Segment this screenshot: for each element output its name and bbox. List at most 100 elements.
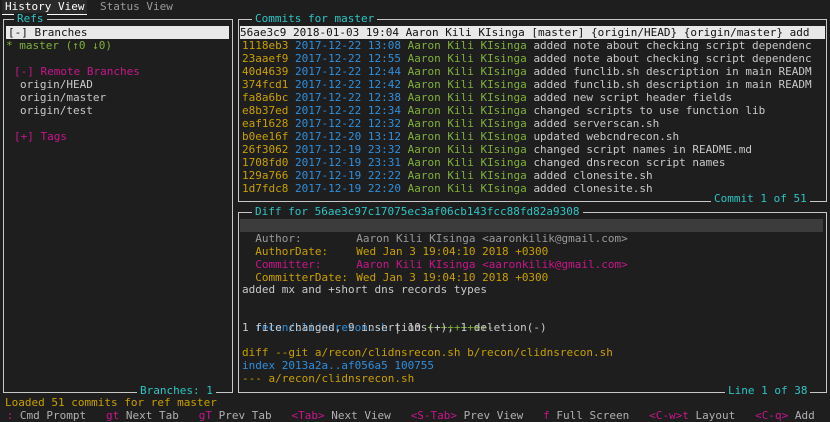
remote-branches-header[interactable]: [-] Remote Branches: [14, 65, 140, 78]
keybinding-item: <C-w>t Layout: [649, 409, 735, 422]
keybinding-desc: Next View: [331, 409, 391, 422]
keybinding-item: f Full Screen: [543, 409, 629, 422]
commit-hash: eaf1628: [242, 117, 289, 130]
local-branch-master[interactable]: * master (↑0 ↓0): [6, 39, 112, 52]
commit-time: 12:32: [367, 117, 401, 130]
keybinding-key: f: [543, 409, 550, 422]
commit-author: Aaron Kili KIsinga: [407, 78, 527, 91]
commit-author: Aaron Kili KIsinga: [407, 169, 527, 182]
diff-committer-line: Committer: Aaron Kili KIsinga <aaronkilik…: [242, 245, 628, 271]
refs-panel-title: Refs: [14, 13, 47, 25]
commit-message: added clonesite.sh: [533, 169, 653, 182]
commit-hash: 129a766: [242, 169, 289, 182]
commit-hash: e8b37ed: [242, 104, 289, 117]
keybinding-desc: Add: [794, 409, 815, 422]
commit-row[interactable]: 374fcd1 2017-12-22 12:42 Aaron Kili KIsi…: [242, 78, 823, 91]
commit-message: added funclib.sh description in main REA…: [533, 65, 812, 78]
commit-row[interactable]: 129a766 2017-12-19 22:22 Aaron Kili KIsi…: [242, 169, 823, 182]
commit-hash: fa8a6bc: [242, 91, 289, 104]
commit-author: Aaron Kili KIsinga: [407, 156, 527, 169]
commit-author: Aaron Kili KIsinga: [407, 39, 527, 52]
commit-row-selected[interactable]: 56ae3c9 2018-01-03 19:04 Aaron Kili KIsi…: [240, 26, 825, 39]
keybinding-key: :: [6, 409, 14, 422]
commit-author: Aaron Kili KIsinga: [407, 52, 527, 65]
commit-date: 2017-12-22: [294, 52, 362, 65]
commit-hash: 1d7fdc8: [242, 182, 289, 195]
commit-message: changed script names in README.md: [533, 143, 752, 156]
commit-date: 2017-12-20: [294, 130, 362, 143]
commit-author: Aaron Kili KIsinga: [407, 130, 527, 143]
commit-time: 23:32: [367, 143, 401, 156]
commit-date: 2017-12-19: [294, 182, 362, 195]
remote-branch-item[interactable]: origin/HEAD: [20, 78, 93, 91]
commit-author: Aaron Kili KIsinga: [407, 91, 527, 104]
keybinding-desc: Full Screen: [556, 409, 630, 422]
commit-date: 2017-12-19: [294, 143, 362, 156]
keybinding-key: gt: [105, 409, 120, 422]
commit-time: 13:08: [367, 39, 401, 52]
commit-hash: 23aaef9: [242, 52, 289, 65]
diff-commitdate-line: CommitterDate: Wed Jan 3 19:04:10 2018 +0…: [242, 258, 548, 284]
commits-panel-footer: Commit 1 of 51: [711, 193, 810, 205]
commit-time: 12:55: [367, 52, 401, 65]
commit-date: 2017-12-22: [294, 91, 362, 104]
keybinding-desc: Cmd Prompt: [19, 409, 87, 422]
keybinding-item: <S-Tab> Prev View: [411, 409, 524, 422]
commit-message: added funclib.sh description in main REA…: [533, 78, 812, 91]
diff-author-line: Author: Aaron Kili KIsinga <aaronkilik@gm…: [240, 219, 823, 245]
commit-time: 23:31: [367, 156, 401, 169]
commit-hash: 374fcd1: [242, 78, 289, 91]
commit-message: changed dnsrecon script names: [533, 156, 726, 169]
commit-row[interactable]: b0ee16f 2017-12-20 13:12 Aaron Kili KIsi…: [242, 130, 823, 143]
commit-date: 2017-12-19: [294, 169, 362, 182]
commit-row[interactable]: 1118eb3 2017-12-22 13:08 Aaron Kili KIsi…: [242, 39, 823, 52]
commit-date: 2017-12-19: [294, 156, 362, 169]
diff-authordate-line: AuthorDate: Wed Jan 3 19:04:10 2018 +0300: [242, 232, 548, 258]
tab-bar: History View Status View: [0, 0, 830, 15]
commit-date: 2017-12-22: [294, 78, 362, 91]
branches-header[interactable]: [-] Branches: [6, 26, 229, 39]
keybinding-key: <S-Tab>: [410, 409, 458, 422]
status-message: Loaded 51 commits for ref master: [5, 396, 217, 409]
diff-minus-line: --- a/recon/clidnsrecon.sh: [242, 372, 415, 385]
commit-hash: 1118eb3: [242, 39, 289, 52]
commit-time: 22:22: [367, 169, 401, 182]
commit-row[interactable]: 23aaef9 2017-12-22 12:55 Aaron Kili KIsi…: [242, 52, 823, 65]
remote-branch-item[interactable]: origin/master: [20, 91, 106, 104]
keybinding-desc: Layout: [695, 409, 736, 422]
commit-row[interactable]: eaf1628 2017-12-22 12:32 Aaron Kili KIsi…: [242, 117, 823, 130]
commit-author: Aaron Kili KIsinga: [407, 65, 527, 78]
remote-branch-item[interactable]: origin/test: [20, 104, 93, 117]
commit-row[interactable]: e8b37ed 2017-12-22 12:34 Aaron Kili KIsi…: [242, 104, 823, 117]
keybinding-item: gT Prev Tab: [199, 409, 272, 422]
commit-row[interactable]: 1708fd0 2017-12-19 23:31 Aaron Kili KIsi…: [242, 156, 823, 169]
keybinding-key: gT: [198, 409, 212, 422]
keybinding-key: <C-q>: [755, 409, 789, 422]
commit-time: 12:42: [367, 78, 401, 91]
commit-hash: 26f3062: [242, 143, 289, 156]
diff-panel-footer: Line 1 of 38: [725, 385, 811, 397]
keybinding-item: : Cmd Prompt: [7, 409, 86, 422]
commit-message: added note about checking script depende…: [533, 52, 812, 65]
tags-header[interactable]: [+] Tags: [14, 130, 67, 143]
tab-status-view[interactable]: Status View: [97, 0, 176, 14]
commit-row[interactable]: 40d4639 2017-12-22 12:44 Aaron Kili KIsi…: [242, 65, 823, 78]
keybinding-key: <Tab>: [291, 409, 325, 422]
commit-message: added mx and +short dns records types: [242, 283, 488, 296]
commit-author: Aaron Kili KIsinga: [407, 104, 527, 117]
commit-message: added clonesite.sh: [533, 182, 653, 195]
keybinding-key: <C-w>t: [649, 409, 689, 422]
commits-panel-title: Commits for master: [252, 13, 378, 25]
commit-message: changed scripts to use function lib: [533, 104, 766, 117]
commit-date: 2017-12-22: [294, 39, 362, 52]
commit-row[interactable]: fa8a6bc 2017-12-22 12:38 Aaron Kili KIsi…: [242, 91, 823, 104]
commit-date: 2017-12-22: [294, 117, 362, 130]
commit-message: added new script header fields: [533, 91, 733, 104]
keybinding-bar: : Cmd Prompt gt Next Tab gT Prev Tab <Ta…: [0, 409, 830, 422]
commit-time: 13:12: [367, 130, 401, 143]
keybinding-desc: Next Tab: [125, 409, 179, 422]
commit-time: 12:34: [367, 104, 401, 117]
commit-row[interactable]: 26f3062 2017-12-19 23:32 Aaron Kili KIsi…: [242, 143, 823, 156]
commit-hash: b0ee16f: [242, 130, 289, 143]
keybinding-desc: Prev View: [463, 409, 524, 422]
